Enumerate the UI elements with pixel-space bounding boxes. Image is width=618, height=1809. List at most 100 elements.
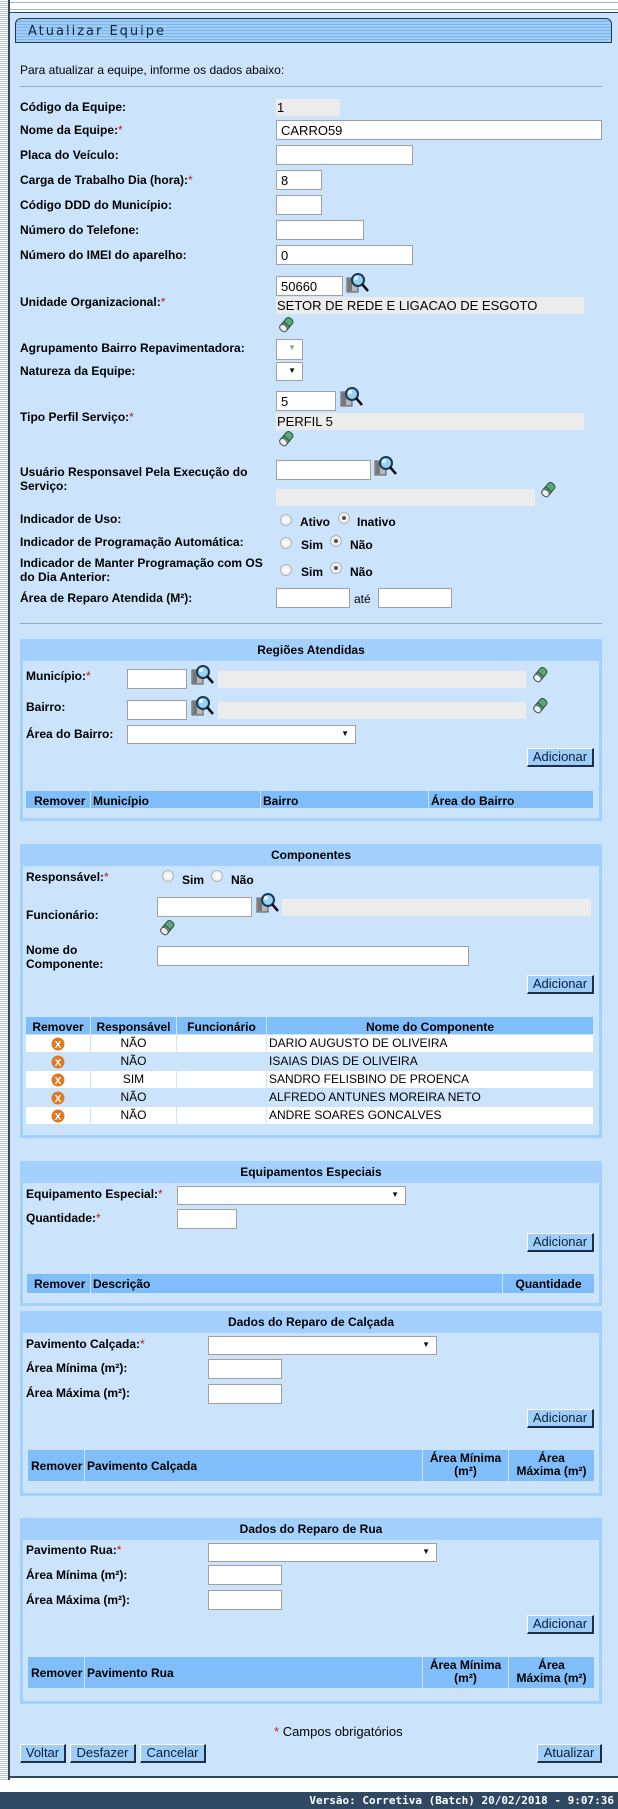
natureza-label: Natureza da Equipe:	[20, 364, 136, 378]
municipio-code-input[interactable]	[127, 669, 187, 689]
eraser-icon[interactable]	[158, 919, 176, 937]
remove-icon[interactable]: X	[51, 1073, 65, 1087]
prog-auto-label: Indicador de Programação Automática:	[20, 535, 244, 549]
rua-min-input[interactable]	[208, 1565, 282, 1585]
eraser-icon[interactable]	[277, 316, 295, 334]
desfazer-button[interactable]: Desfazer	[70, 1744, 136, 1763]
nome-componente-input[interactable]	[157, 946, 469, 966]
imei-label: Número do IMEI do aparelho:	[20, 248, 187, 262]
nome-label: Nome da Equipe:*	[20, 123, 123, 137]
area-bairro-label: Área do Bairro:	[26, 727, 114, 741]
componente-funcionario-cell	[177, 1107, 266, 1124]
remove-row-button[interactable]: X	[26, 1071, 90, 1088]
search-icon[interactable]	[191, 695, 215, 717]
responsavel-sim-label: Sim	[182, 873, 205, 887]
remove-row-button[interactable]: X	[26, 1107, 90, 1124]
responsavel-nao-radio[interactable]	[211, 870, 223, 882]
componentes-title: Componentes	[270, 848, 351, 862]
funcionario-code-input[interactable]	[157, 897, 252, 917]
placa-input[interactable]	[276, 145, 413, 165]
comp-col-remover: Remover	[26, 1017, 90, 1034]
remove-icon[interactable]: X	[51, 1091, 65, 1105]
calcada-min-label: Área Mínima (m²):	[26, 1361, 128, 1375]
equip-col-remover: Remover	[27, 1274, 90, 1293]
quantidade-input[interactable]	[177, 1209, 237, 1229]
rua-col-pavimento: Pavimento Rua	[85, 1657, 422, 1688]
eraser-icon[interactable]	[277, 430, 295, 448]
bairro-code-input[interactable]	[127, 700, 187, 720]
remove-icon[interactable]: X	[51, 1055, 65, 1069]
agrupamento-select[interactable]	[276, 339, 303, 360]
remove-row-button[interactable]: X	[26, 1035, 90, 1052]
eraser-icon[interactable]	[531, 666, 549, 684]
componente-responsavel-cell: SIM	[91, 1071, 176, 1088]
rua-max-label: Área Máxima (m²):	[26, 1593, 131, 1607]
equipamento-select[interactable]	[177, 1186, 406, 1205]
responsavel-label: Responsável:*	[26, 870, 109, 884]
rua-add-button[interactable]: Adicionar	[527, 1615, 594, 1634]
area-reparo-label: Área de Reparo Atendida (M²):	[20, 591, 193, 605]
cancelar-button[interactable]: Cancelar	[140, 1744, 206, 1763]
imei-input[interactable]	[276, 245, 413, 265]
ddd-input[interactable]	[276, 195, 322, 215]
remove-icon[interactable]: X	[51, 1109, 65, 1123]
pav-calcada-select[interactable]	[208, 1336, 437, 1355]
carga-input[interactable]	[276, 170, 322, 190]
equipamento-label: Equipamento Especial:*	[26, 1187, 163, 1201]
componente-nome-cell: DARIO AUGUSTO DE OLIVEIRA	[267, 1035, 593, 1052]
area-reparo-from-input[interactable]	[276, 588, 350, 608]
uso-ativo-radio[interactable]	[280, 514, 292, 526]
componente-funcionario-cell	[177, 1071, 266, 1088]
usuario-code-input[interactable]	[276, 460, 371, 480]
rua-max-input[interactable]	[208, 1590, 282, 1610]
nome-input[interactable]	[276, 120, 602, 140]
responsavel-nao-label: Não	[231, 873, 254, 887]
page-title-bar: Atualizar Equipe	[15, 18, 612, 43]
unidade-code-input[interactable]	[276, 276, 343, 296]
componente-funcionario-cell	[177, 1053, 266, 1070]
search-icon[interactable]	[340, 386, 364, 408]
uso-ativo-label: Ativo	[300, 515, 330, 529]
search-icon[interactable]	[256, 892, 280, 914]
tipo-perfil-description: PERFIL 5	[276, 413, 584, 430]
equipamentos-add-button[interactable]: Adicionar	[527, 1233, 594, 1252]
regioes-col-municipio: Município	[91, 791, 260, 808]
telefone-input[interactable]	[276, 220, 364, 240]
voltar-button[interactable]: Voltar	[20, 1744, 66, 1763]
prog-auto-sim-label: Sim	[301, 538, 324, 552]
manter-sim-radio[interactable]	[280, 564, 292, 576]
regioes-col-remover: Remover	[26, 791, 90, 808]
tipo-perfil-code-input[interactable]	[276, 391, 336, 411]
regioes-add-button[interactable]: Adicionar	[527, 748, 594, 767]
eraser-icon[interactable]	[531, 697, 549, 715]
componentes-add-button[interactable]: Adicionar	[527, 975, 594, 994]
area-reparo-to-input[interactable]	[378, 588, 452, 608]
atualizar-button[interactable]: Atualizar	[537, 1744, 602, 1763]
remove-row-button[interactable]: X	[26, 1089, 90, 1106]
pav-rua-select[interactable]	[208, 1543, 437, 1562]
regioes-col-bairro: Bairro	[261, 791, 428, 808]
responsavel-sim-radio[interactable]	[162, 870, 174, 882]
svg-text:X: X	[55, 1076, 62, 1087]
prog-auto-nao-radio[interactable]	[330, 535, 342, 547]
codigo-label: Código da Equipe:	[20, 100, 126, 114]
eraser-icon[interactable]	[539, 481, 557, 499]
usuario-description	[276, 489, 535, 506]
search-icon[interactable]	[346, 272, 370, 294]
remove-icon[interactable]: X	[51, 1037, 65, 1051]
calcada-min-input[interactable]	[208, 1359, 282, 1379]
area-bairro-select[interactable]	[127, 725, 356, 744]
placa-label: Placa do Veículo:	[20, 148, 119, 162]
componente-responsavel-cell: NÃO	[91, 1035, 176, 1052]
calcada-max-input[interactable]	[208, 1384, 282, 1404]
remove-row-button[interactable]: X	[26, 1053, 90, 1070]
prog-auto-sim-radio[interactable]	[280, 537, 292, 549]
manter-nao-radio[interactable]	[330, 562, 342, 574]
uso-inativo-radio[interactable]	[338, 512, 350, 524]
componente-responsavel-cell: NÃO	[91, 1053, 176, 1070]
search-icon[interactable]	[191, 664, 215, 686]
search-icon[interactable]	[374, 455, 398, 477]
calcada-add-button[interactable]: Adicionar	[527, 1409, 594, 1428]
funcionario-description	[282, 899, 591, 916]
natureza-select[interactable]	[276, 362, 303, 381]
